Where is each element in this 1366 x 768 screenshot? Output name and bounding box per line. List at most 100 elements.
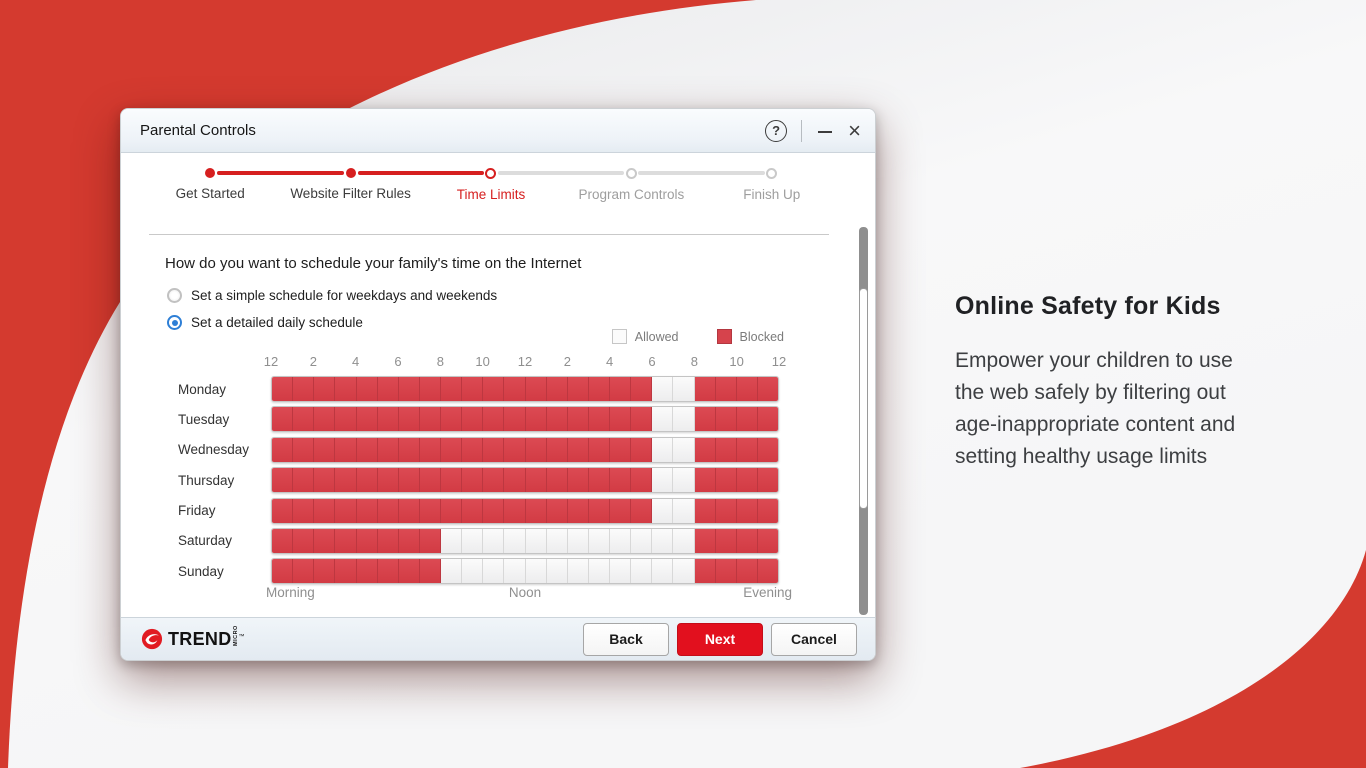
next-button[interactable]: Next: [677, 623, 763, 656]
schedule-cell[interactable]: [483, 559, 504, 583]
schedule-cell[interactable]: [673, 468, 694, 492]
schedule-cell[interactable]: [526, 499, 547, 523]
schedule-cell[interactable]: [568, 468, 589, 492]
schedule-cell[interactable]: [293, 559, 314, 583]
schedule-cell[interactable]: [314, 468, 335, 492]
schedule-cell[interactable]: [758, 407, 778, 431]
schedule-cell[interactable]: [547, 438, 568, 462]
schedule-cell[interactable]: [716, 559, 737, 583]
schedule-cell[interactable]: [758, 529, 778, 553]
schedule-cell[interactable]: [758, 468, 778, 492]
step-get-started[interactable]: Get Started: [140, 161, 280, 201]
schedule-cell[interactable]: [399, 438, 420, 462]
schedule-cell[interactable]: [673, 499, 694, 523]
schedule-cell[interactable]: [758, 438, 778, 462]
schedule-cell[interactable]: [673, 407, 694, 431]
schedule-cell[interactable]: [462, 468, 483, 492]
schedule-cell[interactable]: [610, 468, 631, 492]
schedule-cell[interactable]: [716, 468, 737, 492]
schedule-cell[interactable]: [526, 407, 547, 431]
schedule-cell[interactable]: [441, 407, 462, 431]
schedule-cell[interactable]: [610, 377, 631, 401]
schedule-cell[interactable]: [610, 499, 631, 523]
schedule-cell[interactable]: [314, 407, 335, 431]
schedule-cell[interactable]: [483, 377, 504, 401]
schedule-cell[interactable]: [335, 499, 356, 523]
schedule-cell[interactable]: [504, 468, 525, 492]
schedule-cell[interactable]: [420, 377, 441, 401]
schedule-cell[interactable]: [420, 468, 441, 492]
schedule-cell[interactable]: [589, 559, 610, 583]
schedule-cell[interactable]: [695, 377, 716, 401]
schedule-cell[interactable]: [357, 529, 378, 553]
schedule-cell[interactable]: [504, 559, 525, 583]
schedule-cell[interactable]: [483, 438, 504, 462]
schedule-cell[interactable]: [547, 407, 568, 431]
schedule-cell[interactable]: [293, 407, 314, 431]
schedule-cell[interactable]: [293, 499, 314, 523]
schedule-cell[interactable]: [631, 499, 652, 523]
scrollbar-thumb[interactable]: [859, 288, 868, 509]
schedule-cell[interactable]: [462, 438, 483, 462]
schedule-cell[interactable]: [652, 438, 673, 462]
schedule-cell[interactable]: [737, 407, 758, 431]
schedule-cell[interactable]: [526, 529, 547, 553]
schedule-cell[interactable]: [272, 468, 293, 492]
schedule-cell[interactable]: [399, 407, 420, 431]
schedule-cell[interactable]: [335, 468, 356, 492]
schedule-cell[interactable]: [631, 377, 652, 401]
schedule-cell[interactable]: [335, 438, 356, 462]
schedule-cell[interactable]: [441, 499, 462, 523]
schedule-cell[interactable]: [399, 529, 420, 553]
schedule-cell[interactable]: [716, 499, 737, 523]
close-icon[interactable]: ×: [848, 120, 861, 142]
schedule-cell[interactable]: [568, 438, 589, 462]
schedule-cell[interactable]: [399, 377, 420, 401]
schedule-cell[interactable]: [652, 377, 673, 401]
schedule-cell[interactable]: [568, 529, 589, 553]
minimize-icon[interactable]: [816, 120, 834, 142]
schedule-cell[interactable]: [378, 529, 399, 553]
schedule-cell[interactable]: [378, 438, 399, 462]
schedule-cell[interactable]: [758, 499, 778, 523]
schedule-cell[interactable]: [357, 377, 378, 401]
schedule-cell[interactable]: [526, 438, 547, 462]
step-time-limits[interactable]: Time Limits: [421, 161, 561, 202]
schedule-cell[interactable]: [737, 438, 758, 462]
schedule-cell[interactable]: [547, 377, 568, 401]
schedule-cell[interactable]: [441, 468, 462, 492]
schedule-cell[interactable]: [695, 559, 716, 583]
schedule-cell[interactable]: [631, 468, 652, 492]
schedule-cell[interactable]: [314, 499, 335, 523]
schedule-cell[interactable]: [652, 499, 673, 523]
schedule-cell[interactable]: [716, 377, 737, 401]
schedule-cell[interactable]: [314, 377, 335, 401]
schedule-cell[interactable]: [673, 529, 694, 553]
schedule-cell[interactable]: [568, 377, 589, 401]
schedule-cell[interactable]: [589, 377, 610, 401]
schedule-cell[interactable]: [695, 468, 716, 492]
back-button[interactable]: Back: [583, 623, 669, 656]
schedule-cell[interactable]: [631, 407, 652, 431]
help-icon[interactable]: ?: [765, 120, 787, 142]
schedule-cell[interactable]: [378, 407, 399, 431]
schedule-cell[interactable]: [441, 559, 462, 583]
schedule-cell[interactable]: [758, 377, 778, 401]
schedule-cell[interactable]: [631, 438, 652, 462]
schedule-cell[interactable]: [378, 377, 399, 401]
schedule-cell[interactable]: [357, 438, 378, 462]
schedule-cell[interactable]: [568, 499, 589, 523]
schedule-cell[interactable]: [272, 529, 293, 553]
radio-selected-icon[interactable]: [167, 315, 182, 330]
schedule-cell[interactable]: [272, 499, 293, 523]
schedule-cell[interactable]: [610, 438, 631, 462]
schedule-cell[interactable]: [504, 529, 525, 553]
schedule-cell[interactable]: [272, 559, 293, 583]
schedule-cell[interactable]: [462, 499, 483, 523]
schedule-cell[interactable]: [314, 438, 335, 462]
schedule-cell[interactable]: [462, 529, 483, 553]
schedule-cell[interactable]: [526, 559, 547, 583]
schedule-cell[interactable]: [589, 529, 610, 553]
schedule-cell[interactable]: [652, 407, 673, 431]
schedule-cell[interactable]: [293, 377, 314, 401]
